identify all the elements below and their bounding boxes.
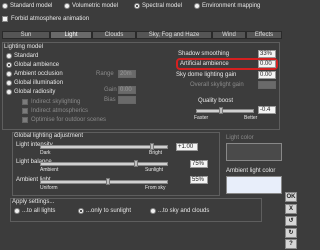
global-illumination-label: Global illumination xyxy=(14,80,64,86)
ambient-light-field[interactable]: 55% xyxy=(190,176,208,184)
ambient-light-color-label: Ambient light color xyxy=(226,168,276,174)
light-balance-field[interactable]: 75% xyxy=(190,160,208,168)
gain-field[interactable]: 0.00 xyxy=(118,86,136,94)
overall-skylight-label: Overall skylight gain xyxy=(190,82,244,88)
gain-label: Gain xyxy=(104,87,117,93)
standard-label: Standard xyxy=(14,53,39,59)
from-sky-label: From sky xyxy=(145,185,166,191)
spectral-model-label: Spectral model xyxy=(142,3,183,9)
lighting-model-title: Lighting model xyxy=(4,44,44,50)
ambient-occlusion-label: Ambient occlusion xyxy=(14,71,63,77)
shadow-smoothing-label: Shadow smoothing xyxy=(178,51,230,57)
overall-skylight-field[interactable] xyxy=(258,81,276,89)
ambient-light-color-swatch[interactable] xyxy=(226,176,282,194)
redo-icon[interactable]: ↻ xyxy=(285,228,297,238)
global-radiosity-label: Global radiosity xyxy=(14,89,56,95)
light-intensity-field[interactable]: +1.00 xyxy=(176,143,198,151)
forbid-atmosphere-checkbox[interactable] xyxy=(2,16,8,22)
apply-sky-clouds-label: ...to sky and clouds xyxy=(158,208,210,214)
quality-boost-field[interactable]: -0.4 xyxy=(258,106,276,114)
artificial-ambience-field[interactable]: 0.00 xyxy=(258,60,276,68)
radio-ambient-occlusion[interactable] xyxy=(6,71,12,77)
radio-global-illumination[interactable] xyxy=(6,80,12,86)
indirect-skylighting-label: Indirect skylighting xyxy=(31,99,81,105)
radio-standard[interactable] xyxy=(6,53,12,59)
tab-sky-fog-haze[interactable]: Sky, Fog and Haze xyxy=(136,31,212,39)
radio-apply-all-lights[interactable] xyxy=(14,208,20,214)
quality-boost-track[interactable] xyxy=(196,109,254,113)
radio-global-ambience[interactable] xyxy=(6,62,12,68)
tab-light[interactable]: Light xyxy=(50,31,92,39)
tab-clouds[interactable]: Clouds xyxy=(92,31,136,39)
radio-environment-mapping[interactable] xyxy=(194,3,200,9)
quality-boost-thumb[interactable] xyxy=(219,107,223,114)
optimise-outdoor-checkbox[interactable] xyxy=(22,117,28,123)
radio-global-radiosity[interactable] xyxy=(6,89,12,95)
volumetric-model-label: Volumetric model xyxy=(72,3,119,9)
standard-model-label: Standard model xyxy=(10,3,53,9)
global-adjust-title: Global lighting adjustment xyxy=(14,133,84,139)
better-label: Better xyxy=(244,115,258,121)
apply-settings-title: Apply settings... xyxy=(12,199,55,205)
sky-dome-label: Sky dome lighting gain xyxy=(176,72,237,78)
global-ambience-label: Global ambience xyxy=(14,62,60,68)
ambient-light-thumb[interactable] xyxy=(106,178,110,185)
indirect-atmospherics-checkbox[interactable] xyxy=(22,108,28,114)
shadow-smoothing-field[interactable]: 33% xyxy=(258,50,276,58)
range-label: Range xyxy=(96,71,114,77)
bias-field[interactable] xyxy=(118,96,136,104)
radio-volumetric-model[interactable] xyxy=(64,3,70,9)
uniform-label: Uniform xyxy=(40,185,58,191)
tab-wind[interactable]: Wind xyxy=(212,31,246,39)
radio-spectral-model[interactable] xyxy=(134,3,140,9)
range-field[interactable]: 20m xyxy=(118,70,136,78)
dark-label: Dark xyxy=(40,150,51,156)
apply-sunlight-label: ...only to sunlight xyxy=(86,208,132,214)
optimise-outdoor-label: Optimise for outdoor scenes xyxy=(31,117,107,123)
close-button[interactable]: X xyxy=(285,204,297,214)
sky-dome-field[interactable]: 0.00 xyxy=(258,71,276,79)
indirect-skylighting-checkbox[interactable] xyxy=(22,99,28,105)
apply-all-lights-label: ...to all lights xyxy=(22,208,56,214)
radio-apply-sky-clouds[interactable] xyxy=(150,208,156,214)
light-color-swatch[interactable] xyxy=(226,143,282,161)
sunlight-label: Sunlight xyxy=(145,167,164,173)
tab-sun[interactable]: Sun xyxy=(2,31,50,39)
bright-label: Bright xyxy=(149,150,163,156)
environment-mapping-label: Environment mapping xyxy=(202,3,261,9)
light-color-label: Light color xyxy=(226,135,254,141)
radio-standard-model[interactable] xyxy=(2,3,8,9)
light-balance-thumb[interactable] xyxy=(134,160,138,167)
radio-apply-sunlight[interactable] xyxy=(78,208,84,214)
indirect-atmospherics-label: Indirect atmospherics xyxy=(31,108,89,114)
ok-button[interactable]: OK xyxy=(285,192,297,202)
tab-effects[interactable]: Effects xyxy=(246,31,282,39)
artificial-ambience-label: Artificial ambience xyxy=(180,61,229,67)
faster-label: Faster xyxy=(194,115,209,121)
undo-icon[interactable]: ↺ xyxy=(285,216,297,226)
quality-boost-label: Quality boost xyxy=(198,98,234,104)
forbid-atmosphere-label: Forbid atmosphere animation xyxy=(11,16,90,22)
help-button[interactable]: ? xyxy=(285,239,297,249)
ambient-label: Ambient xyxy=(40,167,59,173)
bias-label: Bias xyxy=(104,97,116,103)
